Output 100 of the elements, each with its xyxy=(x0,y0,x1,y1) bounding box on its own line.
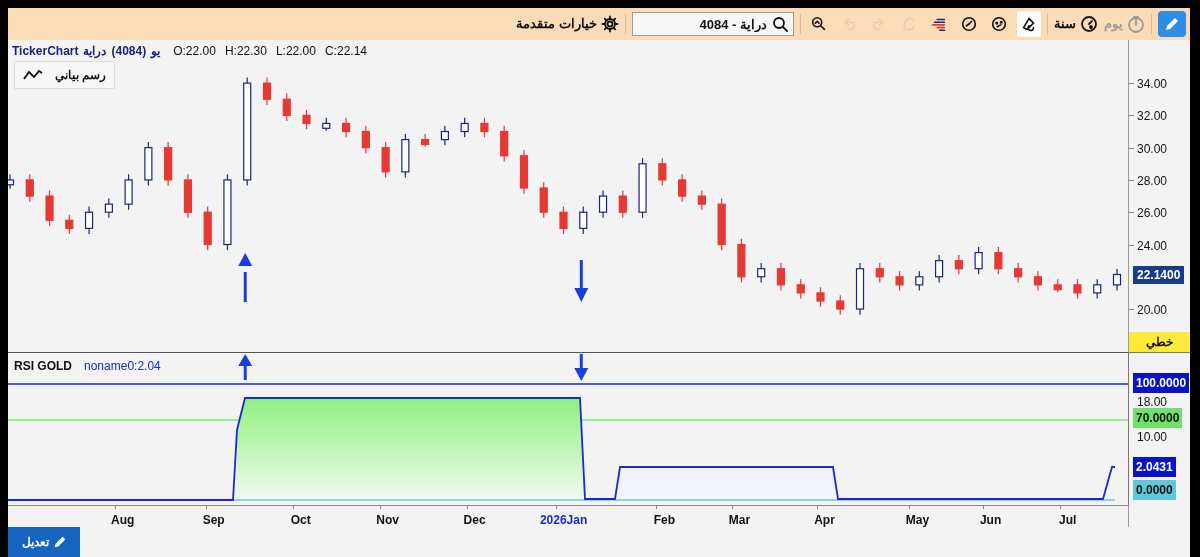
axis-label: 20.00 xyxy=(1137,302,1168,320)
candle xyxy=(559,205,568,235)
axis-value-tag: 2.0431 xyxy=(1133,457,1176,477)
candle xyxy=(776,262,786,292)
candle xyxy=(25,173,34,203)
ohlc-value: O:22.00 xyxy=(173,43,216,60)
candle xyxy=(737,238,746,284)
candle xyxy=(796,278,805,300)
candle xyxy=(460,117,469,138)
candle xyxy=(974,246,983,275)
candle xyxy=(579,205,588,235)
month-label: 2026Jan xyxy=(539,512,588,529)
candle xyxy=(816,286,825,308)
candle xyxy=(1014,262,1023,284)
period-button[interactable]: سنة xyxy=(1054,14,1098,34)
ohlc-value: L:22.00 xyxy=(275,43,316,60)
candle xyxy=(440,125,449,146)
candle xyxy=(757,262,766,284)
edit-button[interactable]: تعديل xyxy=(8,527,80,557)
candle xyxy=(638,157,647,219)
month-label: Nov xyxy=(376,512,399,529)
candle xyxy=(45,189,54,227)
axis-label: 34.00 xyxy=(1137,76,1168,94)
candle xyxy=(678,173,687,203)
candle xyxy=(1093,278,1102,300)
axis-value-tag: 70.0000 xyxy=(1133,408,1183,428)
stopwatch-icon xyxy=(1127,15,1145,33)
candle xyxy=(519,149,529,195)
stock-name: دراية xyxy=(83,43,107,60)
candle xyxy=(895,270,904,292)
axis-label: 18.00 xyxy=(1137,394,1168,411)
line-type-button[interactable]: خطي xyxy=(1129,332,1190,352)
candle xyxy=(618,189,627,219)
candle xyxy=(361,125,370,154)
candle xyxy=(480,117,489,138)
period-label: يو xyxy=(151,43,161,60)
pencil-button[interactable] xyxy=(1158,11,1186,37)
gauge-icon xyxy=(960,15,978,33)
candle xyxy=(697,189,706,211)
month-label: Apr xyxy=(814,512,835,529)
draw-tool-button[interactable] xyxy=(1017,11,1041,37)
axis-label: 28.00 xyxy=(1137,172,1168,190)
candle xyxy=(65,214,74,235)
last-price-tag: 22.1400 xyxy=(1133,265,1185,284)
candle xyxy=(1112,268,1122,292)
axis-label: 10.00 xyxy=(1137,429,1168,446)
up-arrow xyxy=(238,354,253,380)
month-label: Oct xyxy=(290,512,311,529)
candle xyxy=(1053,278,1062,293)
candle xyxy=(717,197,726,251)
search-field[interactable]: دراية - 4084 xyxy=(632,12,794,37)
advanced-options-button[interactable]: خيارات متقدمة xyxy=(516,14,619,34)
candle xyxy=(836,294,845,316)
gear-icon xyxy=(601,15,619,33)
candle xyxy=(183,173,192,219)
candle xyxy=(401,133,410,179)
app-name: TickerChart xyxy=(12,43,79,60)
candle xyxy=(658,157,667,187)
candle xyxy=(598,189,608,219)
candle xyxy=(855,262,865,316)
candle xyxy=(381,141,390,179)
candle xyxy=(915,270,924,292)
month-label: Aug xyxy=(111,512,135,529)
stock-code: (4084) xyxy=(111,43,147,60)
month-label: May xyxy=(905,512,930,529)
month-label: Feb xyxy=(653,512,676,529)
candle xyxy=(84,205,94,235)
up-arrow xyxy=(238,253,253,302)
candle xyxy=(539,181,548,219)
candle xyxy=(421,133,430,148)
ohlc-value: H:22.30 xyxy=(224,43,267,60)
candle xyxy=(144,141,153,187)
pencil-icon xyxy=(52,535,67,549)
candle xyxy=(500,125,509,162)
candle xyxy=(203,205,212,251)
candle xyxy=(322,117,331,132)
candle xyxy=(341,117,351,138)
zoom-icon xyxy=(810,15,828,33)
candle xyxy=(935,254,944,284)
candle xyxy=(302,109,311,130)
candle xyxy=(164,141,173,187)
indicator-name: RSI GOLD xyxy=(14,358,72,375)
face-icon xyxy=(990,15,1008,33)
axis-value-tag: 0.0000 xyxy=(1133,480,1176,500)
candle xyxy=(954,254,963,275)
down-arrow xyxy=(574,260,589,302)
candle xyxy=(1073,278,1082,300)
indicator-value: noname0:2.04 xyxy=(84,358,161,375)
month-label: Jun xyxy=(979,512,1002,529)
gauge-icon xyxy=(1080,15,1098,33)
candle xyxy=(262,76,272,106)
candle xyxy=(875,262,884,284)
line-chart-icon xyxy=(23,69,43,81)
chart-type-legend[interactable]: رسم بياني xyxy=(14,61,116,89)
axis-label: 32.00 xyxy=(1137,108,1168,126)
ohlc-value: C:22.14 xyxy=(324,43,367,60)
candle xyxy=(104,197,113,219)
axis-label: 30.00 xyxy=(1137,140,1168,158)
search-icon xyxy=(772,15,788,32)
pencil-icon xyxy=(1164,16,1180,32)
